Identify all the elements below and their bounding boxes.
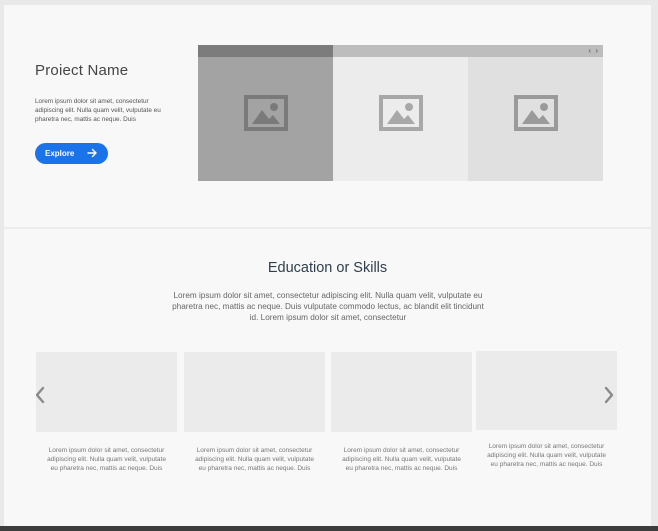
image-gallery[interactable]: ‹ › [198,45,603,181]
card-text: Lorem ipsum dolor sit amet, consectetur … [47,447,166,472]
project-description: Lorem ipsum dolor sit amet, consectetur … [35,98,161,123]
gallery-tile-bar [333,45,468,57]
arrow-right-icon [87,148,97,158]
hero-section: Proiect Name Lorem ipsum dolor sit amet,… [4,5,651,227]
chevron-left-icon[interactable] [34,385,46,405]
card-image[interactable] [184,352,325,432]
project-title: Proiect Name [35,62,129,79]
section-description: Lorem ipsum dolor sit amet, consectetur … [172,291,484,322]
card-image[interactable] [36,352,177,432]
section-title: Education or Skills [267,260,388,276]
card-text: Lorem ipsum dolor sit amet, consectetur … [195,447,314,472]
gallery-tile[interactable] [333,45,468,181]
explore-button-label: Explore [45,149,75,158]
footer-bar [0,526,658,531]
image-icon [379,95,423,131]
image-icon [514,95,558,131]
chevron-right-icon[interactable] [603,385,615,405]
gallery-tile-bar [198,45,333,57]
gallery-prev-button[interactable]: ‹ [588,46,592,55]
gallery-next-button[interactable]: › [595,46,599,55]
gallery-tile-bar [468,45,603,57]
card-text: Lorem ipsum dolor sit amet, consectetur … [487,443,606,468]
section-divider [4,227,651,229]
card-image[interactable] [331,352,472,432]
explore-button[interactable]: Explore [35,143,108,164]
gallery-tile[interactable] [198,45,333,181]
card-text: Lorem ipsum dolor sit amet, consectetur … [342,447,461,472]
page: Proiect Name Lorem ipsum dolor sit amet,… [4,5,651,526]
card-image[interactable] [476,351,617,430]
gallery-nav: ‹ › [588,46,599,56]
image-icon [244,95,288,131]
gallery-tile[interactable] [468,45,603,181]
